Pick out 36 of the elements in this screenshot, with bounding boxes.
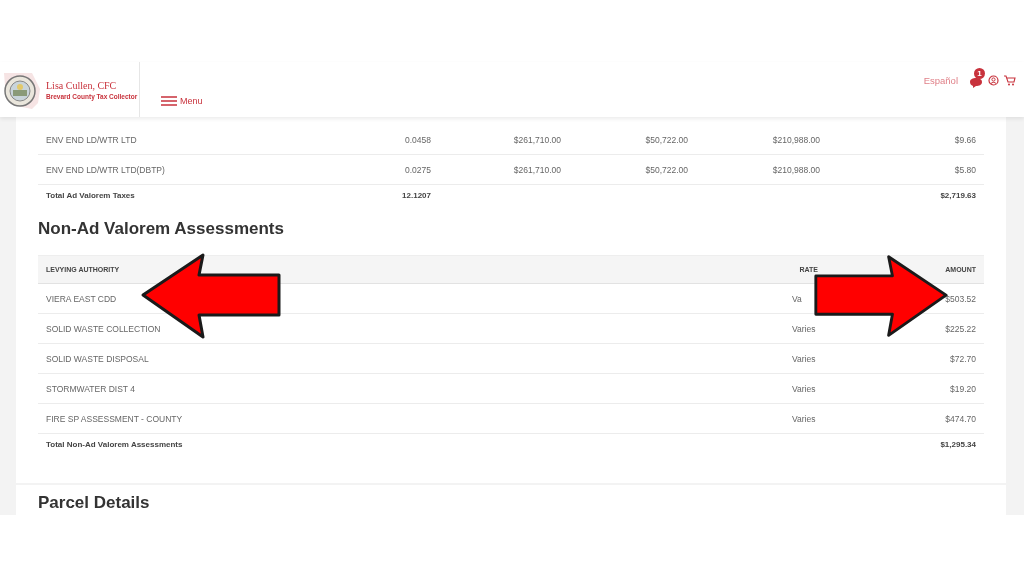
user-icon[interactable] [988,75,999,86]
total-rate: 12.1207 [401,189,432,202]
table-cell: $50,722.00 [569,155,696,185]
table-cell: Varies [734,374,834,404]
table-cell: $5.80 [828,155,984,185]
table-cell: $19.20 [834,374,984,404]
table-cell: $50,722.00 [569,125,696,155]
table-cell: SOLID WASTE DISPOSAL [38,344,734,374]
menu-button[interactable]: Menu [161,95,203,106]
section-heading: Non-Ad Valorem Assessments [38,219,285,239]
table-cell: $261,710.00 [439,125,569,155]
table-cell: $9.66 [828,125,984,155]
section-heading: Parcel Details [38,493,151,513]
table-cell: ENV END LD/WTR LTD [38,125,343,155]
cart-icon[interactable] [1004,75,1016,86]
table-cell: 0.0275 [343,155,439,185]
total-amount: $1,295.34 [939,438,977,451]
total-amount: $2,719.63 [939,189,977,202]
total-label: Total Non-Ad Valorem Assessments [45,438,184,451]
table-cell: $210,988.00 [696,155,828,185]
collector-name: Lisa Cullen, CFC [46,79,118,91]
table-cell: $474.70 [834,404,984,434]
menu-icon [161,95,177,106]
table-cell: $72.70 [834,344,984,374]
table-cell: ENV END LD/WTR LTD(DBTP) [38,155,343,185]
language-link[interactable]: Español [923,75,958,86]
table-cell: Varies [734,344,834,374]
table-cell: $261,710.00 [439,155,569,185]
chat-icon[interactable] [969,76,983,89]
total-label: Total Ad Valorem Taxes [45,189,136,202]
table-cell: $210,988.00 [696,125,828,155]
notification-badge: 1 [974,67,985,79]
table-cell: FIRE SP ASSESSMENT - COUNTY [38,404,734,434]
table-cell: 0.0458 [343,125,439,155]
table-cell: STORMWATER DIST 4 [38,374,734,404]
table-cell: Varies [734,404,834,434]
